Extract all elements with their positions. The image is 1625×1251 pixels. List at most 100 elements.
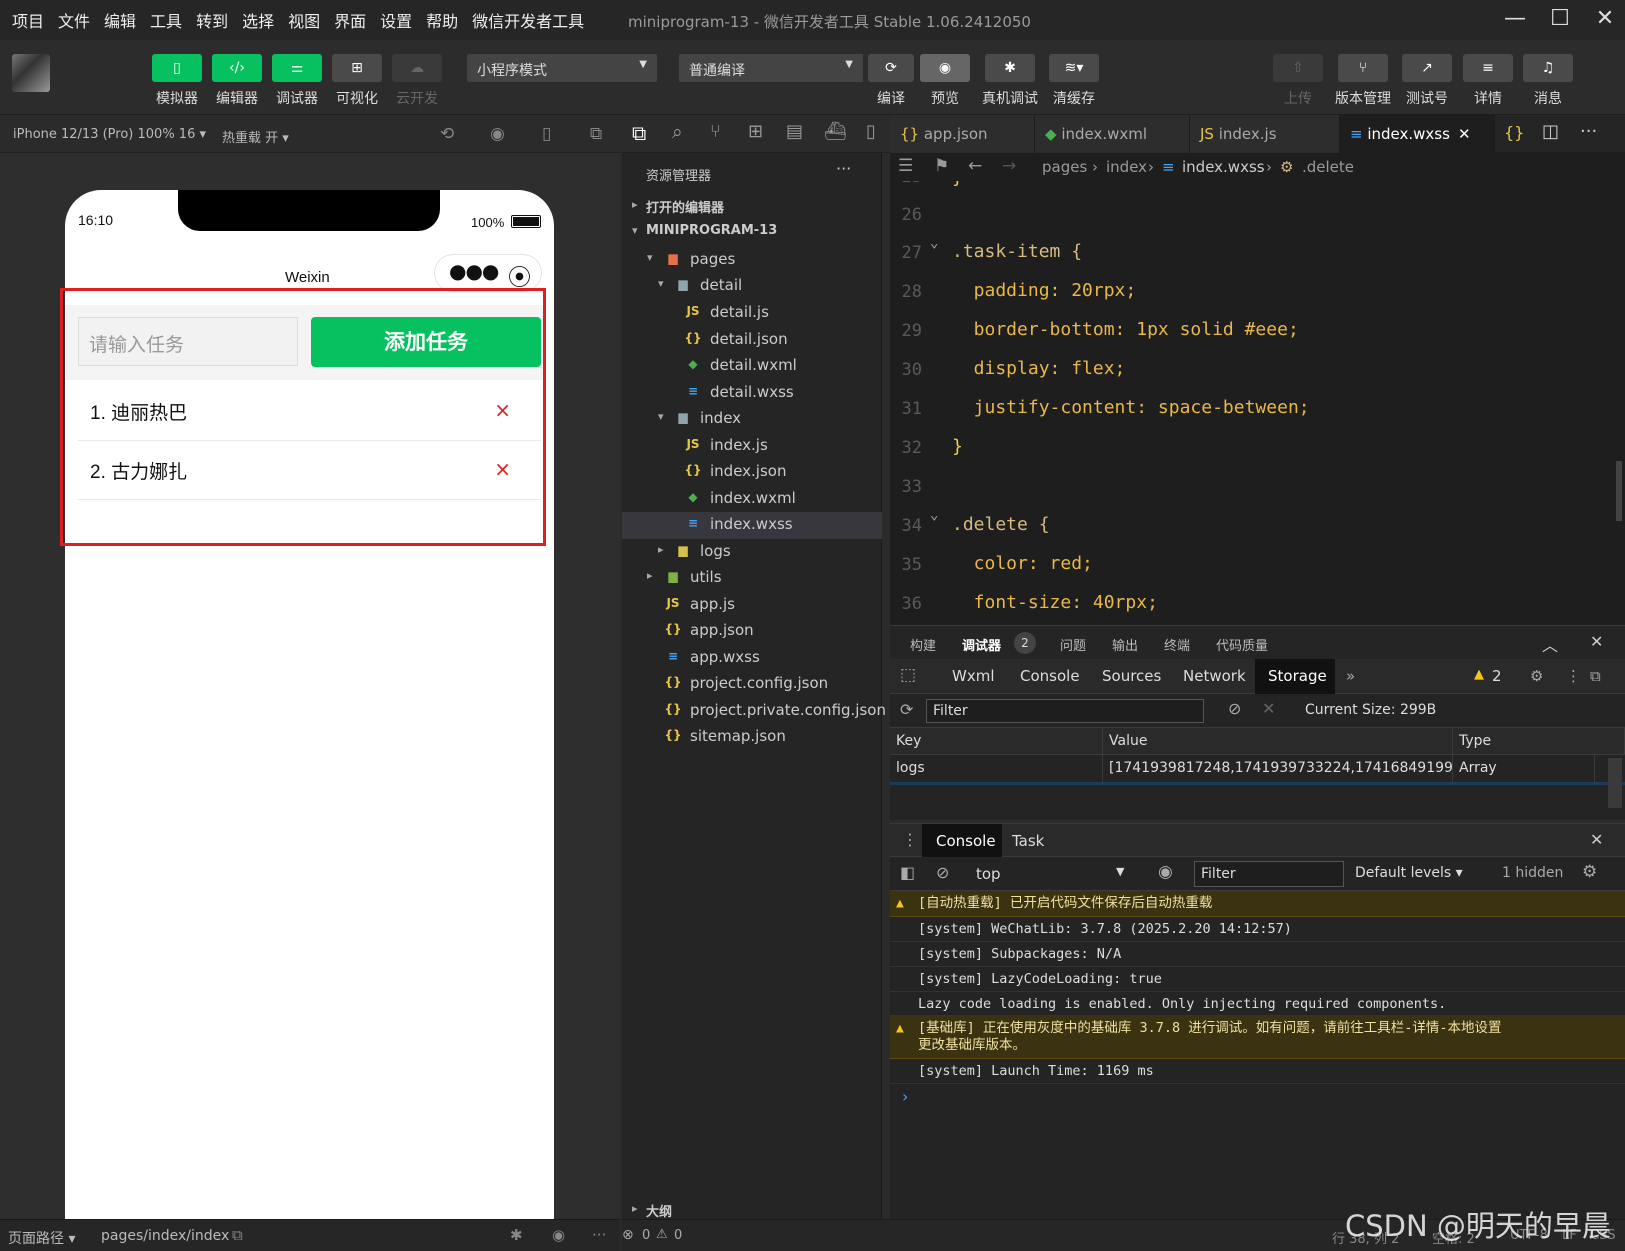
close-tab-icon[interactable]: ✕ [1458,125,1471,143]
tree-item-sitemap[interactable]: {} sitemap.json [622,724,882,751]
hot-reload-toggle[interactable]: 热重载 开 ▾ [222,127,289,146]
tree-item-index-json[interactable]: {} index.json [622,459,882,486]
layout-icon[interactable]: ▤ [786,121,803,142]
chevron-up-icon[interactable]: ︿ [1542,632,1558,656]
tree-item-app-js[interactable]: JS app.js [622,592,882,619]
drawer-tab-task[interactable]: Task [1012,832,1044,850]
tree-item-utils[interactable]: ▸ ▆ utils [622,565,882,592]
compile-button[interactable]: ⟳ 编译 [868,54,914,108]
warning-count[interactable]: 2 [1492,667,1502,685]
tree-item-index-wxml[interactable]: ◆ index.wxml [622,486,882,513]
docker-icon[interactable]: ⛴ [824,121,847,142]
error-icon[interactable]: ⊗ [622,1227,634,1243]
kebab-icon[interactable]: ⋮ [902,830,918,849]
panel-icon[interactable]: ▯ [866,121,876,142]
tree-item-index-js[interactable]: JS index.js [622,433,882,460]
menu-interface[interactable]: 界面 [334,8,366,32]
clear-console-icon[interactable]: ⊘ [936,863,949,882]
bug-icon[interactable]: ✱ [510,1226,523,1244]
compile-mode-select[interactable]: 普通编译 ▼ [679,54,863,82]
column-header[interactable]: Value [1103,728,1453,755]
simulator-button[interactable]: ▯ 模拟器 [151,54,203,108]
tab-terminal[interactable]: 终端 [1164,635,1190,654]
sidebar-toggle-icon[interactable]: ◧ [900,863,915,882]
editor-scrollbar[interactable] [1616,461,1622,521]
list-icon[interactable]: ☰ [898,156,913,176]
inspect-icon[interactable]: ⬚ [900,665,916,685]
tab-output[interactable]: 输出 [1112,635,1138,654]
record-icon[interactable]: ⦿ [508,258,531,292]
tree-item-detail-js[interactable]: JS detail.js [622,300,882,327]
breadcrumb-file[interactable]: index.wxss [1182,158,1265,176]
test-account-button[interactable]: ↗ 测试号 [1401,54,1453,108]
device-select[interactable]: iPhone 12/13 (Pro) 100% 16 ▾ [13,127,206,142]
tree-item-pages[interactable]: ▾ ▆ pages [622,247,882,274]
warning-icon[interactable]: ⚠ [656,1227,668,1242]
tree-item-app-wxss[interactable]: ≡ app.wxss [622,645,882,672]
column-header[interactable]: Type [1453,728,1625,755]
tab-sources[interactable]: Sources [1102,667,1161,685]
tree-item-index[interactable]: ▾ ▆ index [622,406,882,433]
visual-button[interactable]: ⊞ 可视化 [331,54,383,108]
console-prompt[interactable]: › [902,1087,908,1106]
code-editor[interactable]: 25 } 26 27 ⌄ .task-item { 28 padding: 20… [890,181,1625,625]
refresh-icon[interactable]: ⟳ [900,700,913,719]
tab-code-quality[interactable]: 代码质量 [1216,635,1268,654]
rotate-icon[interactable]: ⟲ [440,124,454,144]
stop-icon[interactable]: ◉ [490,124,505,144]
extensions-icon[interactable]: ⊞ [748,121,763,142]
menu-view[interactable]: 视图 [288,8,320,32]
column-header[interactable]: Key [890,728,1103,755]
tab-index-wxss[interactable]: ≡ index.wxss ✕ [1340,115,1495,153]
tab-problems[interactable]: 问题 [1060,635,1086,654]
tab-app-json[interactable]: {} app.json [890,115,1035,153]
undock-icon[interactable]: ⧉ [1590,667,1601,685]
more-dots-icon[interactable]: ●●● [449,259,499,283]
avatar[interactable] [12,54,50,92]
cloud-button[interactable]: ☁ 云开发 [391,54,443,108]
menu-file[interactable]: 文件 [58,8,90,32]
fold-icon[interactable]: ⌄ [930,507,938,523]
menu-edit[interactable]: 编辑 [104,8,136,32]
tab-console[interactable]: Console [1020,667,1080,685]
table-row[interactable]: logs [1741939817248,1741939733224,174168… [890,755,1625,785]
copy-icon[interactable]: ⧉ [232,1226,243,1244]
git-icon[interactable]: ⑂ [710,121,721,142]
popout-icon[interactable]: ⧉ [590,124,602,144]
breadcrumb-index[interactable]: index [1106,158,1147,176]
details-button[interactable]: ≡ 详情 [1462,54,1514,108]
preview-button[interactable]: ◉ 预览 [920,54,970,108]
tree-item-detail-wxml[interactable]: ◆ detail.wxml [622,353,882,380]
breadcrumb-pages[interactable]: pages [1042,158,1087,176]
eye-icon[interactable]: ◉ [1158,862,1173,882]
double-chevron-icon[interactable]: » [1346,667,1355,685]
tab-index-js[interactable]: JS index.js [1190,115,1340,153]
tree-item-detail-json[interactable]: {} detail.json [622,327,882,354]
tree-item-detail-wxss[interactable]: ≡ detail.wxss [622,380,882,407]
tree-item-logs[interactable]: ▸ ▆ logs [622,539,882,566]
messages-button[interactable]: ♫ 消息 [1522,54,1574,108]
page-path-label[interactable]: 页面路径 ▾ [8,1228,75,1248]
remote-debug-button[interactable]: ✱ 真机调试 [982,54,1038,108]
tab-storage[interactable]: Storage [1268,667,1327,685]
gear-icon[interactable]: ⚙ [1530,667,1543,685]
close-icon[interactable]: ✕ [1585,6,1625,34]
console-filter-input[interactable]: Filter [1194,861,1344,887]
json-icon[interactable]: {} [1504,123,1524,142]
gear-icon[interactable]: ⚙ [1582,862,1597,882]
bookmark-icon[interactable]: ⚑ [934,156,949,176]
tree-item-app-json[interactable]: {} app.json [622,618,882,645]
close-icon[interactable]: ✕ [1590,830,1603,849]
capsule-menu[interactable]: ●●● ⦿ [434,254,542,292]
split-editor-icon[interactable]: ◫ [1542,121,1559,142]
more-icon[interactable]: ··· [592,1226,606,1244]
menu-settings[interactable]: 设置 [380,8,412,32]
tab-index-wxml[interactable]: ◆ index.wxml [1035,115,1190,153]
tree-item-detail[interactable]: ▾ ▆ detail [622,273,882,300]
table-scrollbar[interactable] [1608,758,1622,808]
context-select[interactable]: top ▼ [970,861,1130,887]
tree-item-project-config[interactable]: {} project.config.json [622,671,882,698]
breadcrumb-symbol[interactable]: .delete [1302,158,1354,176]
more-icon[interactable]: ··· [836,159,851,178]
menu-help[interactable]: 帮助 [426,8,458,32]
